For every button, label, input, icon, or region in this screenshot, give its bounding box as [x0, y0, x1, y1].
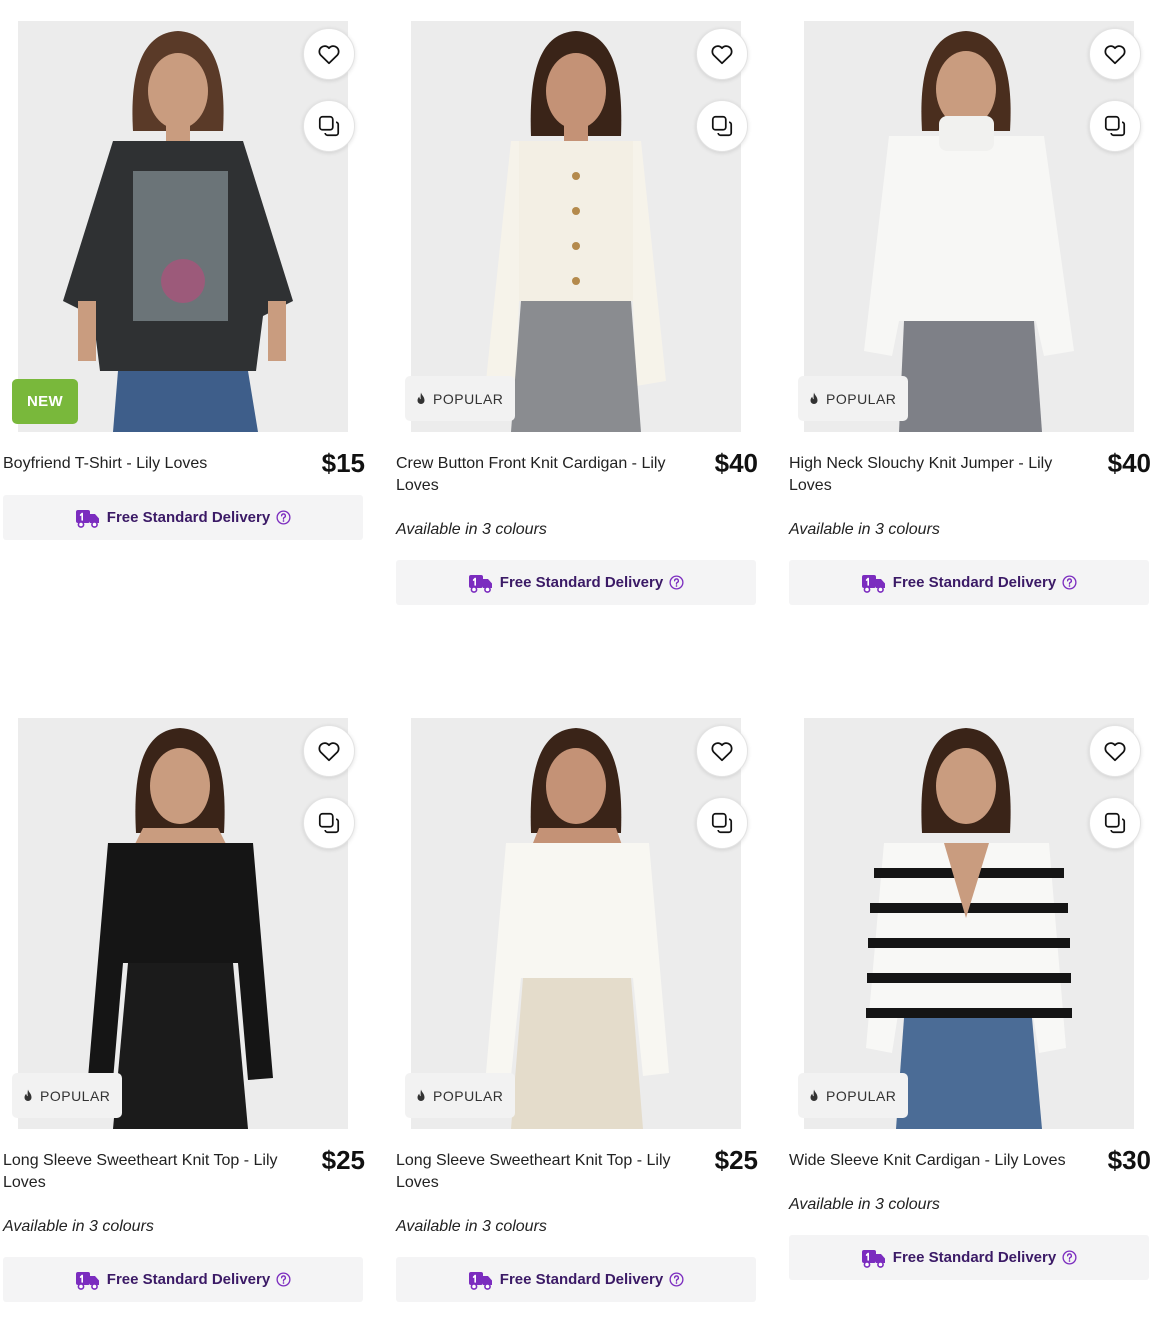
product-image[interactable] — [18, 21, 348, 432]
question-circle-icon[interactable] — [276, 1272, 291, 1287]
colour-availability[interactable]: Available in 3 colours — [396, 521, 547, 539]
heart-icon — [316, 41, 342, 67]
free-delivery-banner[interactable]: Free Standard Delivery — [396, 1257, 756, 1302]
popular-badge: POPULAR — [798, 1073, 909, 1118]
heart-icon — [1102, 738, 1128, 764]
product-title[interactable]: Boyfriend T-Shirt - Lily Loves — [3, 453, 303, 475]
heart-icon — [709, 41, 735, 67]
question-circle-icon[interactable] — [1062, 1250, 1077, 1265]
favourite-button[interactable] — [1089, 28, 1141, 80]
product-price: $25 — [714, 1145, 758, 1175]
delivery-label: Free Standard Delivery — [892, 574, 1057, 591]
compare-button[interactable] — [696, 797, 748, 849]
delivery-truck-icon — [861, 572, 887, 594]
free-delivery-banner[interactable]: Free Standard Delivery — [789, 560, 1149, 605]
product-title[interactable]: Crew Button Front Knit Cardigan - Lily L… — [396, 453, 696, 497]
favourite-button[interactable] — [696, 28, 748, 80]
flame-icon — [415, 392, 427, 406]
question-circle-icon[interactable] — [276, 510, 291, 525]
product-title[interactable]: Wide Sleeve Knit Cardigan - Lily Loves — [789, 1150, 1089, 1172]
compare-icon — [316, 113, 342, 139]
free-delivery-banner[interactable]: Free Standard Delivery — [3, 1257, 363, 1302]
favourite-button[interactable] — [303, 725, 355, 777]
heart-icon — [709, 738, 735, 764]
delivery-truck-icon — [861, 1247, 887, 1269]
compare-button[interactable] — [303, 100, 355, 152]
product-image[interactable] — [411, 718, 741, 1129]
product-title[interactable]: Long Sleeve Sweetheart Knit Top - Lily L… — [396, 1150, 696, 1194]
question-circle-icon[interactable] — [669, 1272, 684, 1287]
product-image[interactable] — [411, 21, 741, 432]
compare-icon — [709, 113, 735, 139]
heart-icon — [316, 738, 342, 764]
delivery-truck-icon — [75, 507, 101, 529]
delivery-truck-icon — [468, 1269, 494, 1291]
compare-icon — [709, 810, 735, 836]
product-image[interactable] — [804, 21, 1134, 432]
compare-button[interactable] — [696, 100, 748, 152]
popular-badge: POPULAR — [405, 376, 516, 421]
delivery-truck-icon — [468, 572, 494, 594]
delivery-label: Free Standard Delivery — [499, 1271, 664, 1288]
question-circle-icon[interactable] — [669, 575, 684, 590]
delivery-label: Free Standard Delivery — [499, 574, 664, 591]
flame-icon — [415, 1089, 427, 1103]
product-image[interactable] — [804, 718, 1134, 1129]
free-delivery-banner[interactable]: Free Standard Delivery — [3, 495, 363, 540]
free-delivery-banner[interactable]: Free Standard Delivery — [396, 560, 756, 605]
compare-icon — [1102, 810, 1128, 836]
product-price: $25 — [321, 1145, 365, 1175]
flame-icon — [808, 392, 820, 406]
popular-badge: POPULAR — [12, 1073, 123, 1118]
flame-icon — [808, 1089, 820, 1103]
favourite-button[interactable] — [696, 725, 748, 777]
delivery-truck-icon — [75, 1269, 101, 1291]
delivery-label: Free Standard Delivery — [892, 1249, 1057, 1266]
compare-button[interactable] — [1089, 100, 1141, 152]
heart-icon — [1102, 41, 1128, 67]
colour-availability[interactable]: Available in 3 colours — [3, 1218, 154, 1236]
new-badge: NEW — [12, 379, 78, 424]
product-price: $40 — [714, 448, 758, 478]
colour-availability[interactable]: Available in 3 colours — [789, 521, 940, 539]
product-image[interactable] — [18, 718, 348, 1129]
favourite-button[interactable] — [303, 28, 355, 80]
product-price: $30 — [1107, 1145, 1151, 1175]
product-title[interactable]: Long Sleeve Sweetheart Knit Top - Lily L… — [3, 1150, 303, 1194]
product-price: $15 — [321, 448, 365, 478]
compare-button[interactable] — [303, 797, 355, 849]
colour-availability[interactable]: Available in 3 colours — [396, 1218, 547, 1236]
question-circle-icon[interactable] — [1062, 575, 1077, 590]
compare-icon — [316, 810, 342, 836]
product-price: $40 — [1107, 448, 1151, 478]
delivery-label: Free Standard Delivery — [106, 509, 271, 526]
compare-icon — [1102, 113, 1128, 139]
compare-button[interactable] — [1089, 797, 1141, 849]
free-delivery-banner[interactable]: Free Standard Delivery — [789, 1235, 1149, 1280]
product-title[interactable]: High Neck Slouchy Knit Jumper - Lily Lov… — [789, 453, 1089, 497]
favourite-button[interactable] — [1089, 725, 1141, 777]
colour-availability[interactable]: Available in 3 colours — [789, 1196, 940, 1214]
flame-icon — [22, 1089, 34, 1103]
popular-badge: POPULAR — [798, 376, 909, 421]
delivery-label: Free Standard Delivery — [106, 1271, 271, 1288]
popular-badge: POPULAR — [405, 1073, 516, 1118]
